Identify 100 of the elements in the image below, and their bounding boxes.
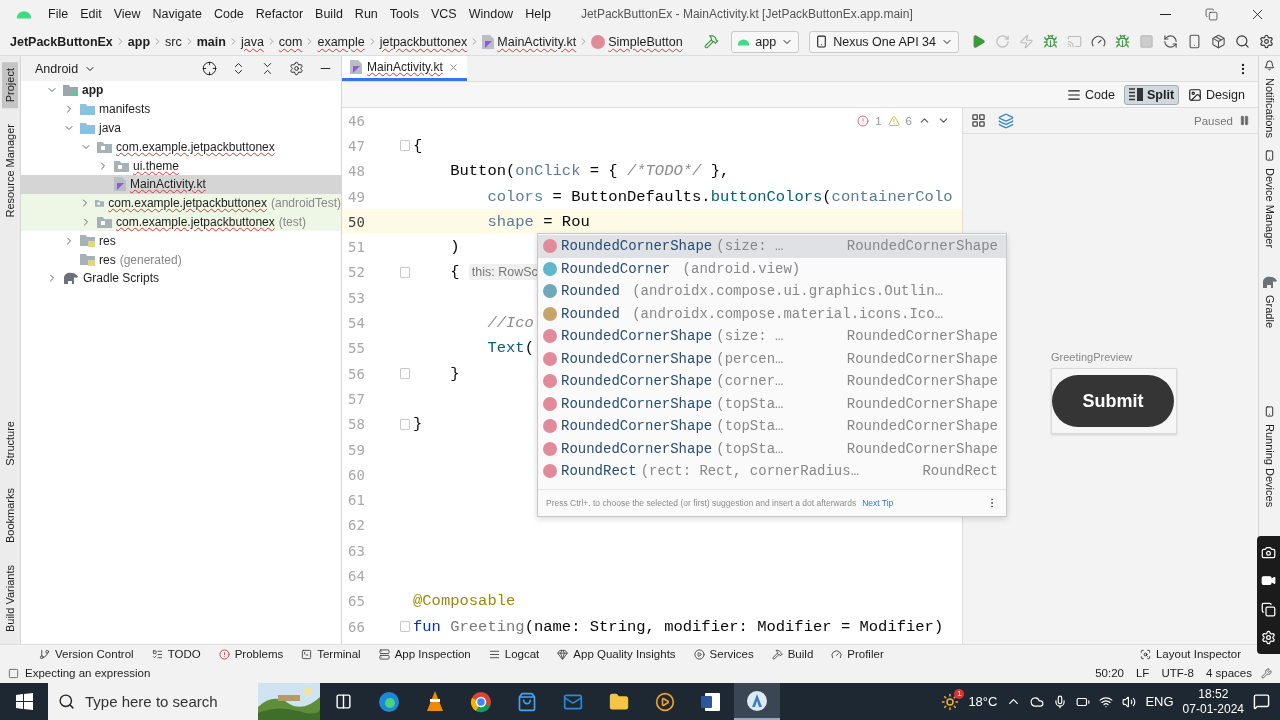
status-item[interactable]: 4 spaces (1202, 667, 1255, 679)
tree-item[interactable]: ui.theme (21, 156, 341, 175)
menu-item[interactable]: Window (462, 7, 520, 21)
debug-icon[interactable] (1115, 34, 1130, 49)
tool-window-button[interactable]: Problems (209, 648, 293, 660)
breadcrumb[interactable]: main (196, 34, 226, 49)
phone-icon[interactable] (1187, 34, 1202, 49)
submit-button[interactable]: Submit (1052, 375, 1174, 427)
menu-item[interactable]: Refactor (249, 7, 310, 21)
tool-window-button[interactable]: Layout Inspector (1130, 648, 1250, 660)
menu-item[interactable]: Run (348, 7, 384, 21)
grid-icon[interactable] (971, 113, 986, 128)
suggestion-item[interactable]: RoundedCornerShape (percen… RoundedCornerShape (538, 347, 1006, 370)
menu-item[interactable]: Help (519, 7, 557, 21)
tree-item[interactable]: com.example.jetpackbuttonex (androidTest) (21, 193, 341, 213)
tree-item[interactable]: MainActivity.kt (21, 175, 341, 194)
tree-item[interactable]: Gradle Scripts (21, 268, 341, 288)
tool-window-button[interactable]: Build (762, 648, 823, 660)
suggestion-item[interactable]: RoundedCornerShape (topSta… RoundedCornerShape (538, 437, 1006, 460)
suggestion-item[interactable]: Rounded (androidx.compose.ui.graphics.Outlin… (538, 280, 1006, 303)
tool-window-button[interactable]: App Quality Insights (548, 648, 685, 660)
tree-item[interactable]: res (generated) (21, 250, 341, 269)
tool-window-button[interactable]: Logcat (479, 648, 549, 660)
status-item[interactable]: 50:20 (1092, 667, 1127, 679)
tool-window-button[interactable]: TODO (142, 648, 210, 660)
tree-item[interactable]: java (21, 118, 341, 138)
package-icon[interactable] (1211, 34, 1226, 49)
tool-window-tab[interactable]: Device Manager (1261, 163, 1278, 252)
camera-icon[interactable] (1261, 544, 1276, 560)
android-studio-button[interactable] (734, 683, 780, 720)
suggestion-item[interactable]: RoundedCornerShape (corner… RoundedCornerShape (538, 370, 1006, 393)
search-icon[interactable] (1235, 34, 1250, 49)
tool-window-tab[interactable]: Notifications (1261, 74, 1278, 142)
suggestion-item[interactable]: RoundedCorner (android.view) (538, 257, 1006, 280)
breadcrumb[interactable]: java (240, 34, 264, 49)
copy-icon[interactable] (1261, 601, 1276, 617)
pause-icon[interactable] (1239, 115, 1250, 126)
menu-item[interactable]: Edit (74, 7, 108, 21)
view-mode-tab[interactable]: Split (1124, 84, 1180, 105)
tree-item[interactable]: manifests (21, 99, 341, 119)
suggestion-item[interactable]: Rounded (androidx.compose.material.icons.Ico… (538, 302, 1006, 325)
tool-window-tab[interactable]: Bookmarks (2, 481, 18, 549)
breadcrumb[interactable]: MainActivity.kt (482, 34, 577, 49)
language-indicator[interactable]: ENG (1145, 694, 1174, 709)
breadcrumb[interactable]: SimpleButton (591, 34, 683, 49)
tool-window-tab[interactable]: Resource Manager (2, 118, 18, 224)
menu-item[interactable]: View (107, 7, 147, 21)
breadcrumb[interactable]: example (317, 34, 365, 49)
close-icon[interactable] (447, 61, 459, 73)
view-dropdown[interactable]: Android (35, 61, 188, 76)
menu-item[interactable]: Code (207, 7, 250, 21)
layers-icon[interactable] (998, 112, 1014, 129)
breadcrumb[interactable]: JetPackButtonEx (10, 34, 113, 49)
suggestion-item[interactable]: RoundedCornerShape (size: … RoundedCornerShape (538, 325, 1006, 348)
sync-icon[interactable] (1163, 34, 1178, 49)
hammer-icon[interactable] (704, 34, 720, 49)
tool-window-button[interactable]: Version Control (30, 648, 143, 660)
tool-window-button[interactable]: Services (684, 648, 763, 660)
suggestion-item[interactable]: RoundedCornerShape (topSta… RoundedCornerShape (538, 392, 1006, 415)
menu-item[interactable]: File (42, 7, 75, 21)
tree-item[interactable]: app (21, 81, 341, 100)
tree-item[interactable]: com.example.jetpackbuttonex (test) (21, 212, 341, 232)
status-item[interactable]: LF (1132, 667, 1153, 679)
tool-window-tab[interactable]: Running Devices (1261, 420, 1278, 512)
status-item[interactable]: UTF-8 (1158, 667, 1197, 679)
run-icon[interactable] (971, 34, 986, 49)
menu-item[interactable]: Tools (383, 7, 425, 21)
tool-window-button[interactable]: App Inspection (369, 648, 480, 660)
notifications-icon[interactable] (1253, 693, 1270, 710)
suggestion-item[interactable]: RoundedCornerShape (size: … RoundedCornerShape (538, 235, 1006, 258)
breadcrumb[interactable]: src (165, 34, 182, 49)
tool-window-tab[interactable]: Project (2, 62, 18, 109)
settings-icon[interactable] (1259, 34, 1274, 49)
menu-item[interactable]: VCS (425, 7, 463, 21)
settings-icon[interactable] (289, 61, 304, 76)
tool-window-tab[interactable]: Build Variants (2, 558, 18, 638)
editor-tab[interactable]: MainActivity.kt (342, 56, 467, 81)
view-mode-tab[interactable]: Code (1062, 84, 1120, 105)
locate-icon[interactable] (202, 61, 217, 76)
tree-item[interactable]: res (21, 231, 341, 251)
profiler-icon[interactable] (1091, 34, 1106, 49)
next-tip-link[interactable]: Next Tip (862, 498, 894, 508)
tree-item[interactable]: com.example.jetpackbuttonex (21, 137, 341, 157)
menu-item[interactable]: Navigate (146, 7, 208, 21)
tool-window-tab[interactable]: Structure (2, 415, 18, 472)
breadcrumb[interactable]: app (127, 34, 151, 49)
suggestion-item[interactable]: RoundedCornerShape (topSta… RoundedCornerShape (538, 415, 1006, 438)
debug-icon[interactable] (1043, 34, 1058, 49)
view-mode-tab[interactable]: Design (1183, 84, 1250, 105)
search-field[interactable]: Type here to search (48, 683, 320, 720)
breadcrumb[interactable]: jetpackbuttonex (379, 34, 468, 49)
menu-item[interactable]: Build (309, 7, 349, 21)
tool-window-tab[interactable]: Gradle (1261, 291, 1278, 333)
breadcrumb[interactable]: com (278, 34, 303, 49)
tool-window-button[interactable]: Profiler (822, 648, 893, 660)
clock[interactable]: 18:52 07-01-2024 (1182, 686, 1244, 717)
device-dropdown[interactable]: Nexus One API 34 (809, 30, 959, 53)
tool-window-button[interactable]: Terminal (292, 648, 370, 660)
suggestion-item[interactable]: RoundRect (rect: Rect, cornerRadius… RoundRect (538, 460, 1006, 483)
run-configuration-dropdown[interactable]: app (731, 30, 800, 53)
